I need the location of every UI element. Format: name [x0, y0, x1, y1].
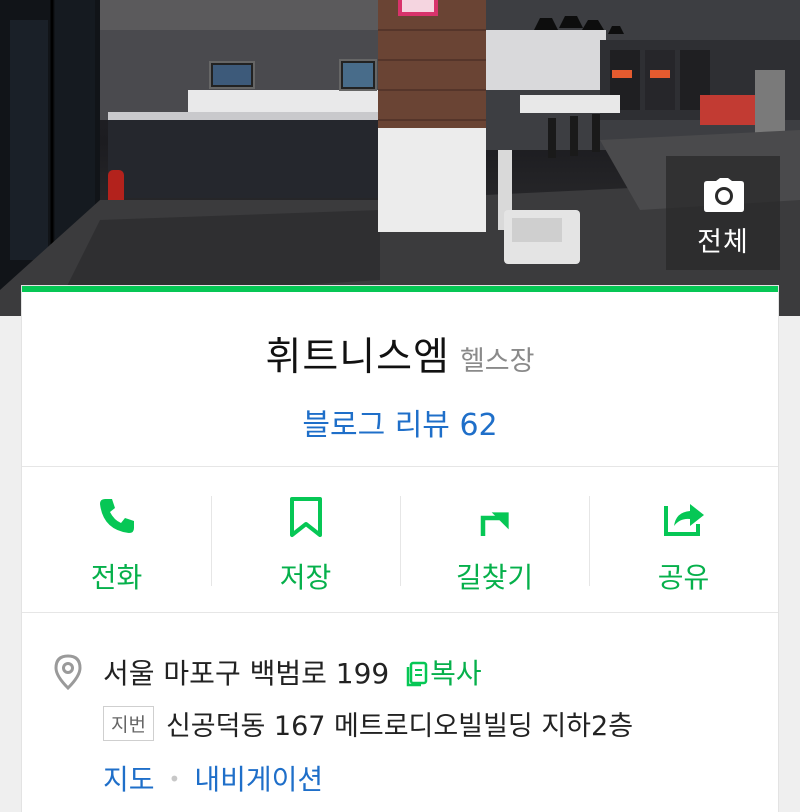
- bookmark-icon: [289, 497, 322, 537]
- navigation-link[interactable]: 내비게이션: [194, 763, 323, 796]
- road-address-text: 서울 마포구 백범로 199: [103, 657, 390, 690]
- map-link[interactable]: 지도: [103, 763, 155, 796]
- all-photos-label: 전체: [697, 227, 749, 258]
- action-bar: 전화 저장 길찾기 공유: [22, 472, 778, 612]
- all-photos-button[interactable]: 전체: [666, 156, 780, 270]
- share-button[interactable]: 공유: [589, 472, 778, 612]
- blog-review-link[interactable]: 블로그 리뷰 62: [302, 400, 497, 444]
- jibun-address-text: 신공덕동 167 메트로디오빌빌딩 지하2층: [165, 711, 634, 742]
- copy-icon: [406, 661, 428, 687]
- jibun-badge: 지번: [103, 706, 154, 741]
- place-name: 휘트니스엠: [265, 335, 450, 380]
- directions-label: 길찾기: [455, 561, 534, 594]
- share-label: 공유: [657, 561, 710, 594]
- location-pin-icon: [54, 654, 82, 694]
- camera-icon: [704, 178, 744, 216]
- hero-photo[interactable]: 전체: [0, 0, 800, 316]
- jibun-address: 지번 신공덕동 167 메트로디오빌빌딩 지하2층: [103, 704, 633, 743]
- share-icon: [663, 504, 704, 536]
- call-label: 전화: [90, 561, 143, 594]
- save-label: 저장: [279, 561, 332, 594]
- map-links: 지도 • 내비게이션: [103, 758, 323, 798]
- save-button[interactable]: 저장: [211, 472, 400, 612]
- directions-button[interactable]: 길찾기: [400, 472, 589, 612]
- separator-dot: •: [168, 767, 181, 791]
- place-info-card: 휘트니스엠 헬스장 블로그 리뷰 62 전화 저장 길찾기 공유 서울 마포구 …: [22, 286, 778, 812]
- copy-address-button[interactable]: 복사: [406, 657, 482, 690]
- road-address: 서울 마포구 백범로 199 복사: [103, 652, 482, 692]
- phone-icon: [99, 499, 134, 533]
- directions-icon: [480, 512, 509, 536]
- place-category: 헬스장: [459, 346, 535, 377]
- divider: [22, 612, 778, 613]
- divider: [22, 466, 778, 467]
- copy-label: 복사: [430, 657, 482, 690]
- call-button[interactable]: 전화: [22, 472, 211, 612]
- title-block: 휘트니스엠 헬스장 블로그 리뷰 62: [22, 326, 778, 444]
